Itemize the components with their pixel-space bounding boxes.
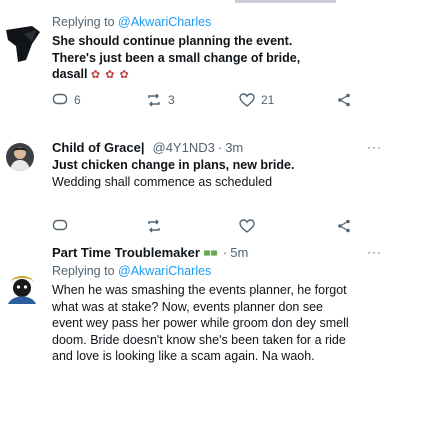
tweet-text-line: dasall ✿ ✿ ✿	[52, 66, 382, 84]
tweet-text: When he was smashing the events planner,…	[52, 282, 352, 365]
dot-separator: ·	[217, 140, 223, 155]
comment-icon	[52, 93, 68, 105]
retweet-icon	[148, 219, 160, 233]
reply-button[interactable]: 6	[52, 92, 81, 108]
dot-separator: ·	[222, 245, 228, 260]
tweet-header: Part Time Troublemaker · 5m ···	[52, 244, 382, 261]
tweet-text-line: She should continue planning the event.	[52, 34, 293, 48]
reply-context: Replying to @AkwariCharles	[52, 14, 382, 30]
avatar[interactable]	[4, 270, 40, 306]
timestamp[interactable]: 5m	[230, 244, 248, 261]
comment-icon	[52, 219, 68, 231]
heart-icon	[239, 219, 255, 233]
tweet-actions	[52, 217, 382, 235]
like-count: 21	[261, 93, 275, 107]
avatar[interactable]	[2, 22, 44, 64]
timestamp[interactable]: 3m	[225, 139, 243, 156]
tweet-body: When he was smashing the events planner,…	[52, 283, 349, 363]
share-icon	[338, 219, 350, 233]
reply-handle-link[interactable]: @AkwariCharles	[118, 264, 211, 278]
tweet-text: She should continue planning the event. …	[52, 33, 382, 84]
reply-prefix: Replying to	[52, 15, 115, 29]
tweet-text-fragment: dasall	[52, 67, 88, 81]
tweet-text-line: There's just been a small change of brid…	[52, 50, 301, 65]
share-button[interactable]	[336, 218, 352, 234]
author-name[interactable]: Child of Grace|	[52, 139, 145, 156]
share-button[interactable]	[336, 92, 352, 108]
tweet-text-line: Just chicken change in plans, new bride.	[52, 158, 295, 172]
top-divider-strip	[235, 0, 336, 3]
tweet-text: Just chicken change in plans, new bride.…	[52, 157, 382, 190]
reply-count: 6	[74, 93, 81, 107]
reply-prefix: Replying to	[52, 264, 115, 278]
heart-icon	[239, 93, 255, 107]
retweet-button[interactable]: 3	[146, 92, 175, 108]
author-handle[interactable]: @4Y1ND3	[153, 139, 215, 156]
tweet-text-line: Wedding shall commence as scheduled	[52, 174, 273, 189]
avatar[interactable]	[6, 143, 34, 171]
author-name[interactable]: Part Time Troublemaker	[52, 244, 200, 261]
like-button[interactable]: 21	[239, 92, 274, 108]
more-options-icon[interactable]: ···	[367, 244, 382, 261]
retweet-count: 3	[168, 93, 175, 107]
share-icon	[338, 93, 350, 107]
emoji-icons	[203, 249, 217, 256]
retweet-button[interactable]	[146, 218, 162, 234]
reply-handle-link[interactable]: @AkwariCharles	[118, 15, 211, 29]
retweet-icon	[148, 93, 160, 107]
more-options-icon[interactable]: ···	[367, 139, 382, 156]
like-button[interactable]	[239, 218, 255, 234]
reply-button[interactable]	[52, 218, 68, 234]
tweet-header: Child of Grace| @4Y1ND3 · 3m ···	[52, 139, 382, 156]
tweet-actions: 6 3 21	[52, 91, 382, 109]
emoji-icons: ✿ ✿ ✿	[90, 69, 130, 81]
reply-context: Replying to @AkwariCharles	[52, 263, 382, 279]
